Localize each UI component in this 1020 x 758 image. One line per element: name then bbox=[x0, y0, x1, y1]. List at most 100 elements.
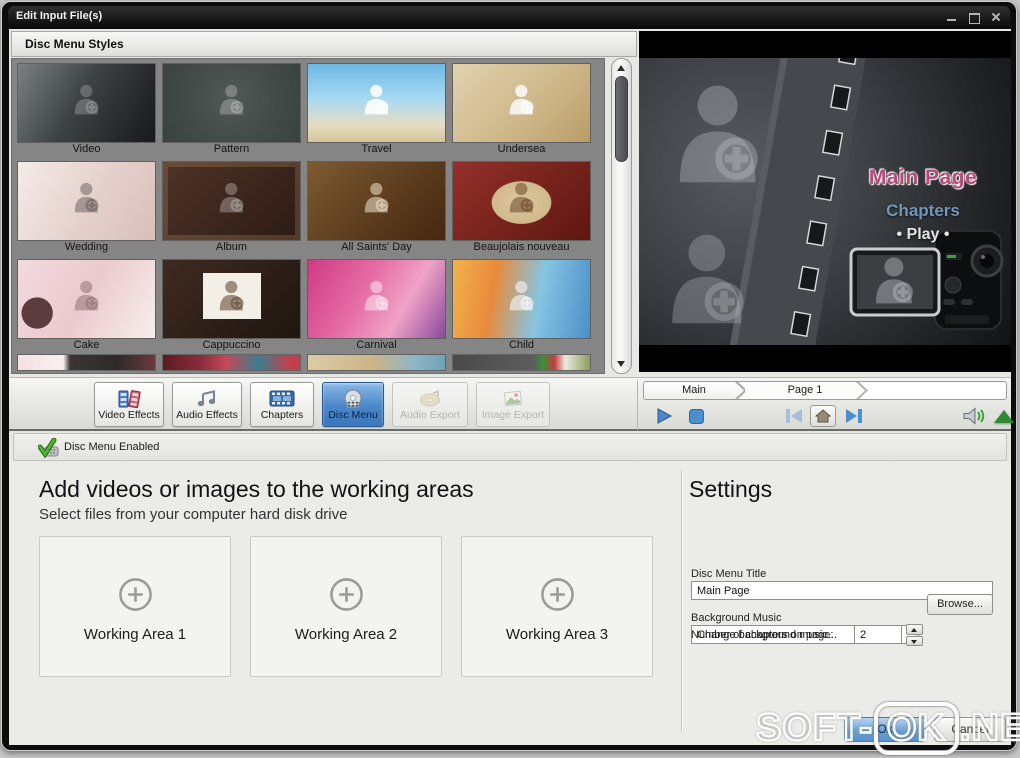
style-thumbnail-label: All Saints' Day bbox=[308, 240, 445, 255]
dialog-window: Edit Input File(s) Disc Menu Styles bbox=[1, 1, 1017, 751]
toolbar-divider bbox=[637, 380, 638, 430]
add-icon bbox=[329, 577, 364, 612]
style-thumbnail-label: Beaujolais nouveau bbox=[453, 240, 590, 255]
chapters-count-label: Number of chapters on page: bbox=[691, 629, 833, 641]
disc-menu-button[interactable]: Disc Menu bbox=[322, 382, 384, 427]
expand-button[interactable] bbox=[991, 405, 1017, 427]
chapters-count-input[interactable] bbox=[854, 625, 902, 644]
lower-panel: Add videos or images to the working area… bbox=[9, 462, 1011, 745]
skip-back-button[interactable] bbox=[781, 405, 807, 427]
menu-preview-canvas: Main Page Chapters • Play • bbox=[639, 58, 1011, 345]
menu-preview: Main Page Chapters • Play • bbox=[639, 31, 1011, 372]
working-area-dropzone[interactable]: Working Area 2 bbox=[250, 536, 442, 677]
transport-controls bbox=[639, 402, 1011, 430]
style-thumbnail[interactable]: Child bbox=[453, 260, 590, 353]
disc-menu-enabled-label: Disc Menu Enabled bbox=[64, 434, 159, 461]
style-thumbnail-label: Cake bbox=[18, 338, 155, 353]
style-thumbnail[interactable]: Carnival bbox=[308, 260, 445, 353]
preview-play-link[interactable]: • Play • bbox=[847, 226, 999, 244]
scroll-up-icon[interactable] bbox=[612, 61, 631, 75]
style-thumbnail-partial[interactable] bbox=[163, 355, 300, 370]
person-placeholder-icon bbox=[69, 180, 105, 216]
toolbar-button-label: Chapters bbox=[261, 410, 304, 421]
style-thumbnail-partial[interactable] bbox=[18, 355, 155, 370]
style-grid-partial-row bbox=[18, 355, 590, 370]
styles-scrollbar[interactable] bbox=[611, 58, 632, 374]
working-area-dropzone[interactable]: Working Area 3 bbox=[461, 536, 653, 677]
audio-effects-icon bbox=[195, 389, 219, 409]
style-thumbnail[interactable]: Album bbox=[163, 162, 300, 255]
style-thumbnail[interactable]: All Saints' Day bbox=[308, 162, 445, 255]
person-placeholder-icon bbox=[655, 226, 763, 334]
chapters-count-stepper bbox=[906, 624, 923, 646]
style-thumbnail[interactable]: Video bbox=[18, 64, 155, 157]
stepper-up-icon[interactable] bbox=[906, 624, 923, 635]
page-breadcrumb: Main Page 1 bbox=[643, 381, 1007, 400]
person-placeholder-icon bbox=[504, 278, 540, 314]
working-area-dropzone[interactable]: Working Area 1 bbox=[39, 536, 231, 677]
chapters-button[interactable]: Chapters bbox=[250, 382, 314, 427]
image-export-button: Image Export bbox=[476, 382, 550, 427]
dialog-content: Disc Menu Styles Video bbox=[9, 29, 1011, 745]
style-thumbnail-label: Carnival bbox=[308, 338, 445, 353]
person-placeholder-icon bbox=[359, 180, 395, 216]
image-export-icon bbox=[502, 389, 524, 409]
add-icon bbox=[540, 577, 575, 612]
person-placeholder-icon bbox=[214, 82, 250, 118]
volume-button[interactable] bbox=[961, 405, 987, 427]
person-placeholder-icon bbox=[504, 82, 540, 118]
style-thumbnail-label: Child bbox=[453, 338, 590, 353]
toolbar-button-label: Video Effects bbox=[98, 410, 160, 421]
video-effects-button[interactable]: Video Effects bbox=[94, 382, 164, 427]
style-thumbnail[interactable]: Undersea bbox=[453, 64, 590, 157]
styles-panel-header: Disc Menu Styles bbox=[11, 31, 637, 57]
close-icon[interactable] bbox=[990, 11, 1002, 23]
style-thumbnail-image bbox=[308, 162, 445, 240]
maximize-icon[interactable] bbox=[968, 11, 980, 23]
style-thumbnail[interactable]: Wedding bbox=[18, 162, 155, 255]
audio-effects-button[interactable]: Audio Effects bbox=[172, 382, 242, 427]
style-thumbnail-partial[interactable] bbox=[308, 355, 445, 370]
home-button[interactable] bbox=[810, 405, 836, 427]
style-thumbnail-label: Cappuccino bbox=[163, 338, 300, 353]
skip-forward-button[interactable] bbox=[841, 405, 867, 427]
play-button[interactable] bbox=[651, 405, 677, 427]
chapters-icon bbox=[269, 389, 295, 409]
toolbar-button-label: Audio Effects bbox=[176, 410, 238, 421]
disc-menu-enabled-row[interactable]: Disc Menu Enabled bbox=[13, 433, 1007, 461]
person-placeholder-icon bbox=[69, 278, 105, 314]
style-thumbnail[interactable]: Travel bbox=[308, 64, 445, 157]
style-thumbnail-image bbox=[163, 64, 300, 142]
working-areas-heading: Add videos or images to the working area… bbox=[39, 476, 474, 503]
style-thumbnail[interactable]: Cappuccino bbox=[163, 260, 300, 353]
breadcrumb-tab-main[interactable]: Main bbox=[644, 382, 744, 399]
style-thumbnail[interactable]: Beaujolais nouveau bbox=[453, 162, 590, 255]
scroll-down-icon[interactable] bbox=[612, 357, 631, 371]
style-thumbnail-label: Undersea bbox=[453, 142, 590, 157]
toolbar-button-label: Image Export bbox=[482, 410, 544, 421]
style-thumbnail-image bbox=[18, 64, 155, 142]
breadcrumb-tab-page1[interactable]: Page 1 bbox=[745, 382, 865, 399]
working-areas: Working Area 1 Working Area 2 bbox=[39, 536, 653, 677]
person-placeholder-icon bbox=[359, 82, 395, 118]
scrollbar-thumb[interactable] bbox=[615, 76, 628, 162]
ok-button[interactable]: Ok bbox=[844, 717, 926, 742]
style-thumbnail-image bbox=[453, 162, 590, 240]
style-thumbnail[interactable]: Cake bbox=[18, 260, 155, 353]
working-area-label: Working Area 1 bbox=[84, 626, 186, 643]
working-area-label: Working Area 3 bbox=[506, 626, 608, 643]
stop-button[interactable] bbox=[683, 405, 709, 427]
style-thumbnail-image bbox=[163, 260, 300, 338]
minimize-icon[interactable] bbox=[946, 11, 958, 23]
window-controls bbox=[946, 10, 1002, 24]
person-placeholder-icon bbox=[214, 180, 250, 216]
stepper-down-icon[interactable] bbox=[906, 636, 923, 647]
browse-button[interactable]: Browse... bbox=[927, 594, 993, 615]
style-thumbnail-image bbox=[18, 260, 155, 338]
style-thumbnail-partial[interactable] bbox=[453, 355, 590, 370]
preview-chapters-link[interactable]: Chapters bbox=[847, 201, 999, 221]
toolbar-button-label: Audio Export bbox=[400, 410, 460, 421]
style-thumbnail[interactable]: Pattern bbox=[163, 64, 300, 157]
cancel-button[interactable]: Cancel bbox=[934, 717, 1006, 742]
person-placeholder-icon bbox=[359, 278, 395, 314]
